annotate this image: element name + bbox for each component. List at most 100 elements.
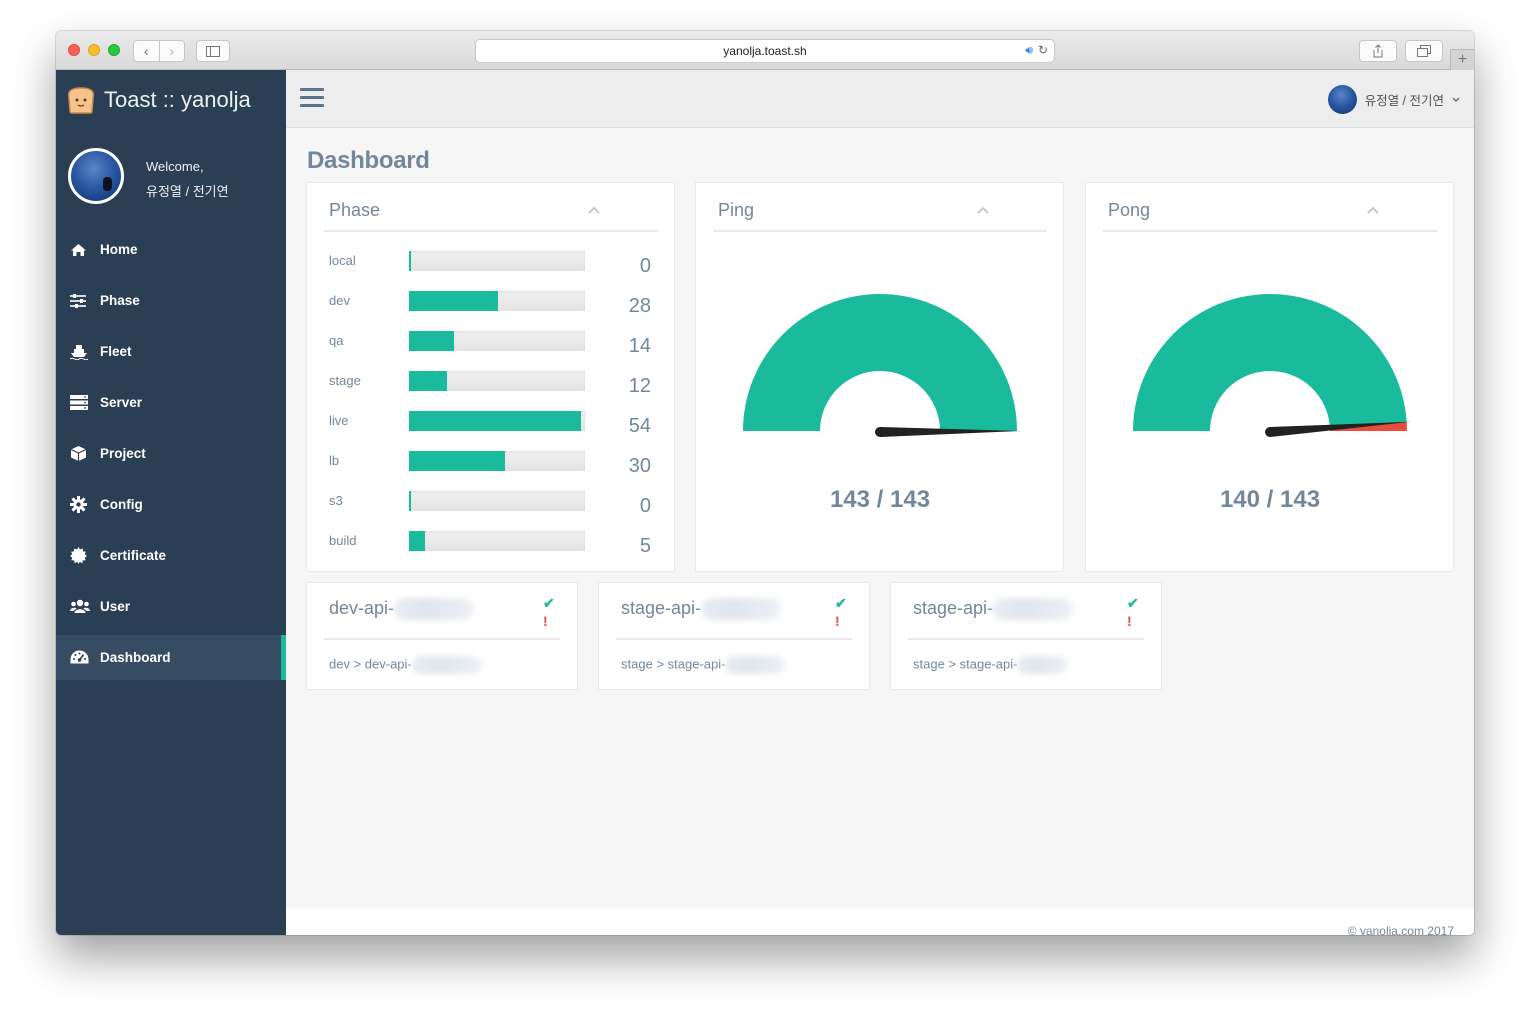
address-url: yanolja.toast.sh [723, 44, 807, 58]
sidebar-item-label: Dashboard [100, 650, 171, 665]
sidebar-item-label: Home [100, 242, 138, 257]
zoom-window-button[interactable] [108, 44, 120, 56]
sidebar-item-dashboard[interactable]: Dashboard [56, 635, 286, 680]
server-card-title: stage-api- [621, 598, 782, 621]
footer: © yanolja.com 2017 [286, 908, 1474, 935]
phase-progress-fill [409, 371, 448, 391]
sidebar-item-certificate[interactable]: Certificate [56, 533, 286, 578]
phase-label: s3 [329, 493, 343, 508]
new-tab-button[interactable]: + [1450, 49, 1474, 70]
server-card-title: dev-api- [329, 598, 475, 621]
chevron-up-icon[interactable] [1366, 203, 1380, 217]
share-icon [1373, 44, 1383, 58]
sidebar-item-fleet[interactable]: Fleet [56, 329, 286, 374]
exclamation-icon: ! [835, 613, 840, 629]
welcome-label: Welcome, [146, 159, 204, 174]
share-button[interactable] [1359, 40, 1397, 62]
server-icon [70, 395, 92, 410]
sliders-icon [70, 293, 92, 308]
phase-row: stage 12 [307, 367, 675, 407]
sidebar-item-home[interactable]: Home [56, 227, 286, 272]
gauge-filled-arc [743, 294, 1017, 431]
panel-divider [324, 230, 658, 232]
sidebar-menu: Home Phase Fleet Server Project Config C… [56, 227, 286, 686]
back-icon[interactable]: ‹ [134, 41, 159, 61]
phase-progress-fill [409, 291, 499, 311]
phase-progress-bar [409, 251, 585, 271]
chevron-up-icon[interactable] [587, 203, 601, 217]
sidebar-item-project[interactable]: Project [56, 431, 286, 476]
phase-label: live [329, 413, 349, 428]
phase-label: build [329, 533, 357, 548]
profile-avatar [68, 148, 124, 204]
server-card[interactable]: stage-api- ✔ ! stage > stage-api- [890, 582, 1162, 690]
sidebar-item-label: Phase [100, 293, 140, 308]
sidebar-item-phase[interactable]: Phase [56, 278, 286, 323]
phase-count: 14 [628, 335, 651, 357]
pong-gauge [1133, 294, 1411, 437]
browser-toolbar: ‹ › yanolja.toast.sh 🔊︎ ↻ + [56, 31, 1474, 70]
phase-label: qa [329, 333, 344, 348]
exclamation-icon: ! [1127, 613, 1132, 629]
gear-icon [70, 496, 92, 513]
server-card[interactable]: dev-api- ✔ ! dev > dev-api- [306, 582, 578, 690]
users-icon [70, 599, 92, 614]
cube-icon [70, 445, 92, 462]
reload-icon[interactable]: ↻ [1038, 43, 1048, 58]
phase-label: stage [329, 373, 361, 388]
minimize-window-button[interactable] [88, 44, 100, 56]
phase-count: 0 [639, 495, 651, 517]
phase-row: local 0 [307, 247, 675, 287]
server-card-path: stage > stage-api- [621, 656, 786, 674]
panel-divider [713, 230, 1047, 232]
history-nav: ‹ › [133, 40, 185, 62]
certificate-icon [70, 547, 92, 564]
address-bar[interactable]: yanolja.toast.sh 🔊︎ ↻ [475, 39, 1055, 63]
phase-progress-fill [409, 411, 581, 431]
user-avatar [1327, 85, 1357, 114]
sidebar-toggle-button[interactable] [196, 40, 230, 62]
sidebar-icon [206, 45, 220, 57]
home-icon [70, 243, 92, 257]
check-icon: ✔ [543, 595, 555, 611]
gauge-filled-arc [1133, 294, 1407, 431]
close-window-button[interactable] [68, 44, 80, 56]
sidebar-item-label: Config [100, 497, 143, 512]
gauge-needle-hub [875, 427, 885, 437]
phase-label: lb [329, 453, 340, 468]
chevron-up-icon[interactable] [976, 203, 990, 217]
phase-progress-bar [409, 491, 585, 511]
show-tabs-button[interactable] [1405, 40, 1443, 62]
phase-row: qa 14 [307, 327, 675, 367]
phase-progress-bar [409, 371, 585, 391]
check-icon: ✔ [835, 595, 847, 611]
ping-panel: Ping 143 / 143 [695, 182, 1064, 572]
speaker-icon[interactable]: 🔊︎ [1025, 43, 1033, 58]
phase-progress-bar [409, 331, 585, 351]
phase-count: 0 [639, 255, 651, 277]
welcome-user-name: 유정열 / 전기연 [146, 184, 229, 199]
chevron-down-icon [1452, 97, 1460, 102]
browser-window: ‹ › yanolja.toast.sh 🔊︎ ↻ + Toast:: yan… [56, 31, 1474, 935]
phase-progress-bar [409, 291, 585, 311]
user-menu[interactable]: 유정열 / 전기연 [1327, 85, 1460, 114]
phase-panel-title: Phase [329, 200, 381, 220]
pong-panel: Pong 140 / 143 [1085, 182, 1454, 572]
sidebar-item-user[interactable]: User [56, 584, 286, 629]
brand[interactable]: Toast :: yanolja [66, 86, 251, 114]
sidebar-item-label: Fleet [100, 344, 132, 359]
phase-count: 12 [628, 375, 651, 397]
phase-progress-fill [409, 451, 505, 471]
card-divider [908, 638, 1144, 640]
top-navigation: 유정열 / 전기연 [286, 70, 1474, 128]
user-menu-name: 유정열 / 전기연 [1364, 94, 1444, 108]
menu-toggle-icon[interactable] [300, 88, 324, 108]
sidebar-item-server[interactable]: Server [56, 380, 286, 425]
gauge-needle-hub [1265, 427, 1275, 437]
sidebar-item-label: Certificate [100, 548, 167, 563]
forward-icon[interactable]: › [158, 41, 185, 61]
server-card[interactable]: stage-api- ✔ ! stage > stage-api- [598, 582, 870, 690]
sidebar-item-config[interactable]: Config [56, 482, 286, 527]
server-card-path: dev > dev-api- [329, 656, 482, 674]
phase-label: local [329, 253, 356, 268]
